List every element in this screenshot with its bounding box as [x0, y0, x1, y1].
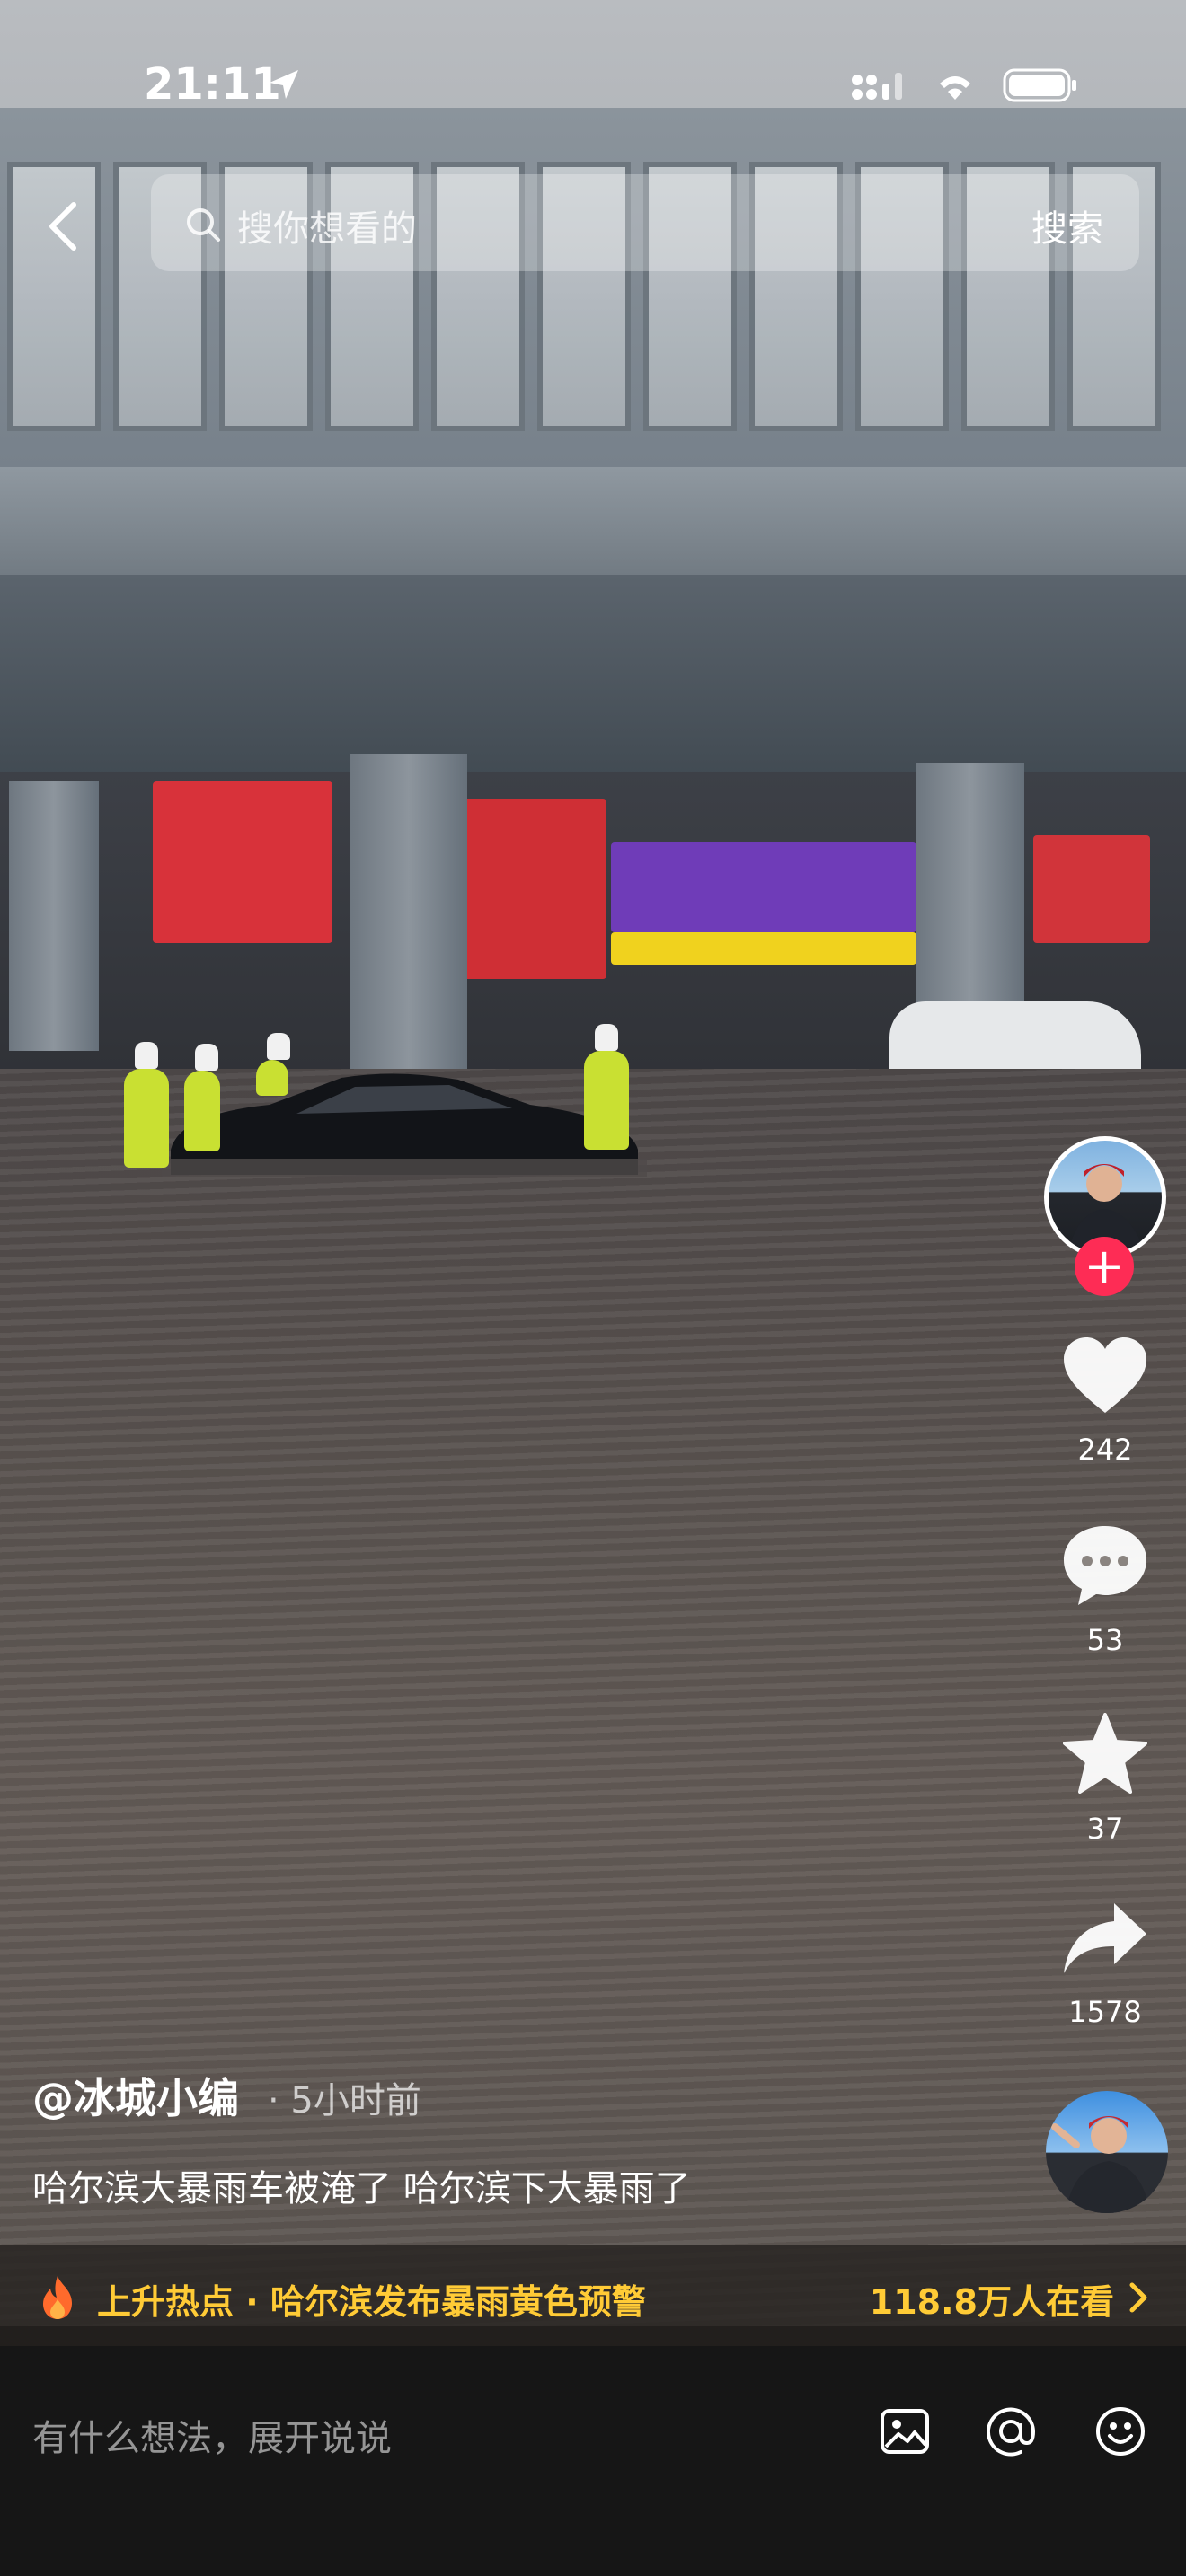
favorite-button[interactable]: 37	[1042, 1711, 1168, 1846]
image-icon[interactable]	[879, 2405, 931, 2457]
location-arrow-icon	[270, 70, 298, 99]
traffic-officer	[584, 1024, 629, 1150]
watching-count: 118.8万人在看	[869, 2282, 1114, 2322]
author-name[interactable]: @冰城小编	[32, 2066, 239, 2125]
video-player[interactable]: 21:11 搜你想看的 搜索 + 242 53 37 1578 @冰城小编 · …	[0, 0, 1186, 2576]
emoji-icon[interactable]	[1094, 2405, 1146, 2457]
music-disc-avatar-icon	[1051, 2116, 1150, 2213]
post-time: · 5小时前	[268, 2080, 421, 2122]
wifi-icon	[940, 76, 970, 100]
comment-input[interactable]: 有什么想法，展开说说	[32, 2409, 392, 2461]
comment-bar: 有什么想法，展开说说	[0, 2346, 1186, 2576]
traffic-officer	[256, 1033, 290, 1096]
share-count: 1578	[1068, 1995, 1142, 2029]
chevron-right-icon	[1129, 2282, 1147, 2313]
comment-button[interactable]: 53	[1042, 1522, 1168, 1657]
search-icon	[187, 208, 220, 242]
heart-icon	[1064, 1337, 1146, 1413]
hot-topic-bar[interactable]: 上升热点 · 哈尔滨发布暴雨黄色预警 118.8万人在看	[0, 2245, 1186, 2346]
favorite-count: 37	[1086, 1812, 1124, 1846]
hot-topic-label: 上升热点 · 哈尔滨发布暴雨黄色预警	[97, 2282, 646, 2322]
mention-at-icon[interactable]	[985, 2405, 1037, 2457]
back-icon[interactable]	[41, 199, 86, 253]
comment-bubble-icon	[1064, 1526, 1146, 1605]
traffic-officer	[184, 1044, 220, 1151]
video-description[interactable]: 哈尔滨大暴雨车被淹了 哈尔滨下大暴雨了	[32, 2159, 691, 2211]
cellular-signal-icon	[852, 73, 902, 100]
status-bar: 21:11	[0, 0, 1186, 171]
star-icon	[1063, 1713, 1147, 1794]
follow-plus-button[interactable]: +	[1075, 1237, 1134, 1296]
fire-icon	[43, 2276, 72, 2319]
status-time: 21:11	[144, 59, 281, 110]
submerged-car	[162, 1073, 647, 1177]
battery-icon	[1003, 68, 1076, 102]
share-button[interactable]: 1578	[1042, 1898, 1168, 2029]
like-button[interactable]: 242	[1042, 1336, 1168, 1467]
search-bar[interactable]: 搜你想看的 搜索	[151, 174, 1139, 271]
search-button[interactable]: 搜索	[1031, 199, 1103, 251]
like-count: 242	[1077, 1433, 1133, 1467]
traffic-officer	[124, 1042, 169, 1168]
search-input[interactable]: 搜你想看的	[237, 199, 417, 251]
comment-count: 53	[1086, 1623, 1124, 1657]
music-disc[interactable]	[1046, 2091, 1168, 2213]
share-arrow-icon	[1064, 1903, 1146, 1973]
